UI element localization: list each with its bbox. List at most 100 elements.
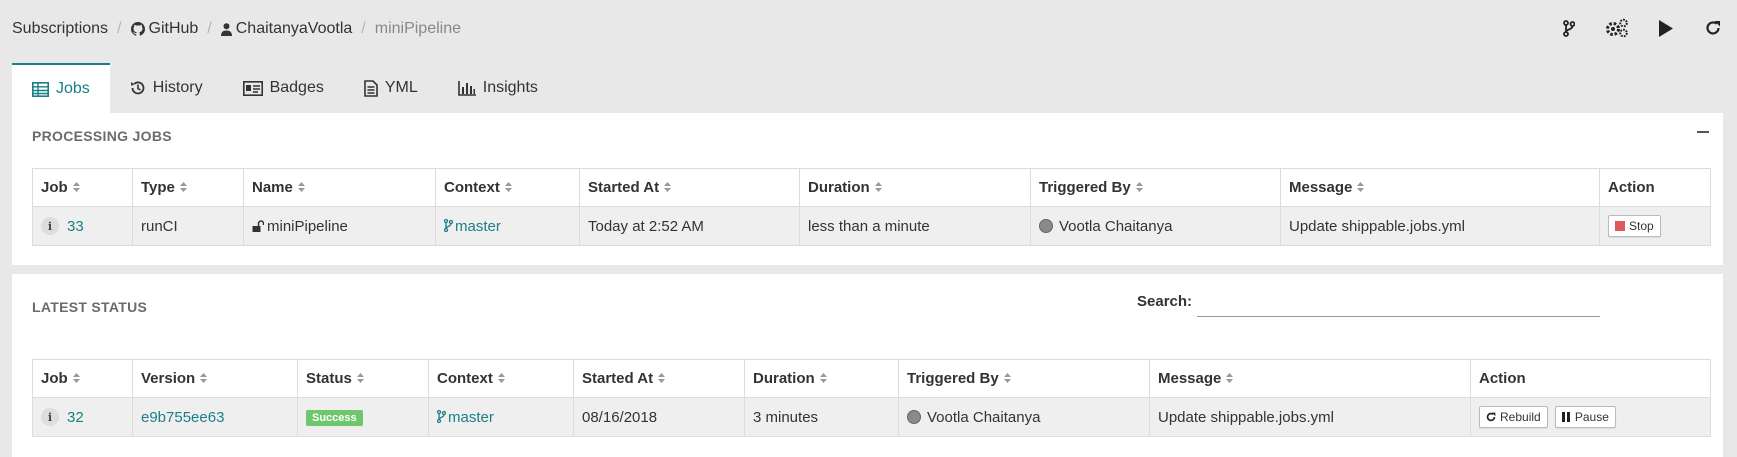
sort-icon xyxy=(1135,179,1143,196)
column-header[interactable]: Triggered By xyxy=(898,359,1150,398)
column-header[interactable]: Status xyxy=(297,359,429,398)
tab-history[interactable]: History xyxy=(110,63,223,113)
bar-chart-icon xyxy=(457,80,476,96)
context-link[interactable]: master xyxy=(455,218,501,235)
avatar xyxy=(1039,218,1053,233)
processing-jobs-table: Job Type Name Context Started At Duratio… xyxy=(32,168,1711,246)
message-cell: Update shippable.jobs.yml xyxy=(1149,397,1471,437)
panel-title: LATEST STATUS xyxy=(32,299,148,315)
context-link[interactable]: master xyxy=(448,409,494,426)
info-icon[interactable]: i xyxy=(41,408,59,426)
avatar xyxy=(907,409,921,424)
name-text: miniPipeline xyxy=(267,217,348,235)
sort-icon xyxy=(819,370,827,387)
table-row: i 32 e9b755ee63 Success master 08/16/2018… xyxy=(32,397,1711,437)
breadcrumb-separator: / xyxy=(361,20,366,37)
refresh-icon xyxy=(1486,412,1496,422)
tab-label: Badges xyxy=(269,79,324,96)
settings-icon[interactable] xyxy=(1593,14,1641,42)
tab-label: History xyxy=(152,79,203,96)
column-header[interactable]: Message xyxy=(1149,359,1471,398)
sort-icon xyxy=(72,370,80,387)
unlock-icon xyxy=(252,219,265,232)
column-header[interactable]: Started At xyxy=(573,359,745,398)
table-header-row: Job Version Status Context Started At Du… xyxy=(32,359,1711,398)
message-cell: Update shippable.jobs.yml xyxy=(1280,206,1600,246)
breadcrumb: Subscriptions / GitHub / ChaitanyaVootla… xyxy=(12,18,461,40)
tab-label: YML xyxy=(384,79,418,96)
column-header[interactable]: Version xyxy=(132,359,298,398)
breadcrumb-label: Subscriptions xyxy=(12,20,109,37)
stop-button[interactable]: Stop xyxy=(1608,215,1661,237)
version-cell: e9b755ee63 xyxy=(132,397,298,437)
sort-icon xyxy=(1003,370,1011,387)
branch-icon xyxy=(443,218,454,232)
rebuild-button[interactable]: Rebuild xyxy=(1479,406,1548,428)
panel-title: PROCESSING JOBS xyxy=(32,128,172,144)
history-icon xyxy=(130,81,145,95)
column-header[interactable]: Job xyxy=(32,359,133,398)
tab-badges[interactable]: Badges xyxy=(223,63,344,113)
breadcrumb-separator: / xyxy=(207,20,212,37)
tab-label: Jobs xyxy=(56,80,90,97)
context-cell: master xyxy=(428,397,574,437)
column-header[interactable]: Context xyxy=(428,359,574,398)
triggered-by-cell: Vootla Chaitanya xyxy=(1030,206,1281,246)
latest-status-table: Job Version Status Context Started At Du… xyxy=(32,359,1711,437)
column-header[interactable]: Triggered By xyxy=(1030,168,1281,207)
column-header[interactable]: Duration xyxy=(799,168,1031,207)
user-icon xyxy=(220,22,232,36)
table-row: i 33 runCI miniPipeline master Today at 2… xyxy=(32,206,1711,246)
search-input[interactable] xyxy=(1197,287,1600,317)
job-cell: i 32 xyxy=(32,397,133,437)
tab-jobs[interactable]: Jobs xyxy=(12,63,110,113)
tab-bar: Jobs History Badges YML Insights xyxy=(12,63,558,113)
status-badge: Success xyxy=(306,410,363,426)
branch-icon xyxy=(436,409,447,423)
breadcrumb-subscriptions[interactable]: Subscriptions xyxy=(12,20,108,38)
column-header: Action xyxy=(1599,168,1711,207)
duration-cell: 3 minutes xyxy=(744,397,899,437)
sort-icon xyxy=(664,179,672,196)
top-actions xyxy=(1545,14,1737,42)
sort-icon xyxy=(200,370,208,387)
pause-button[interactable]: Pause xyxy=(1554,406,1616,428)
column-header[interactable]: Type xyxy=(132,168,244,207)
job-cell: i 33 xyxy=(32,206,133,246)
triggered-by-text: Vootla Chaitanya xyxy=(927,408,1041,426)
version-link[interactable]: e9b755ee63 xyxy=(141,409,224,426)
column-header: Action xyxy=(1470,359,1711,398)
sort-icon xyxy=(179,179,187,196)
refresh-icon[interactable] xyxy=(1689,14,1737,42)
sort-icon xyxy=(874,179,882,196)
breadcrumb-label: GitHub xyxy=(148,20,199,37)
column-header[interactable]: Context xyxy=(435,168,580,207)
column-header[interactable]: Name xyxy=(243,168,436,207)
pause-icon xyxy=(1561,412,1570,422)
column-header[interactable]: Started At xyxy=(579,168,800,207)
action-cell: Stop xyxy=(1599,206,1711,246)
processing-jobs-panel: PROCESSING JOBS Job Type Name Context St… xyxy=(12,113,1723,265)
sort-icon xyxy=(1357,179,1365,196)
tab-insights[interactable]: Insights xyxy=(438,63,558,113)
job-link[interactable]: 33 xyxy=(67,218,84,235)
file-icon xyxy=(364,79,378,97)
job-link[interactable]: 32 xyxy=(67,409,84,426)
column-header[interactable]: Message xyxy=(1280,168,1600,207)
tab-yml[interactable]: YML xyxy=(344,63,438,113)
column-header[interactable]: Duration xyxy=(744,359,899,398)
status-cell: Success xyxy=(297,397,429,437)
breadcrumb-github[interactable]: GitHub xyxy=(130,20,199,38)
button-label: Rebuild xyxy=(1500,410,1541,424)
table-header-row: Job Type Name Context Started At Duratio… xyxy=(32,168,1711,207)
branch-icon[interactable] xyxy=(1545,14,1593,42)
column-header[interactable]: Job xyxy=(32,168,133,207)
info-icon[interactable]: i xyxy=(41,217,59,235)
started-at-cell: Today at 2:52 AM xyxy=(579,206,800,246)
breadcrumb-user[interactable]: ChaitanyaVootla xyxy=(220,20,353,38)
collapse-icon[interactable] xyxy=(1697,124,1711,138)
context-cell: master xyxy=(435,206,580,246)
breadcrumb-label: ChaitanyaVootla xyxy=(235,20,353,37)
play-icon[interactable] xyxy=(1641,14,1689,42)
started-at-cell: 08/16/2018 xyxy=(573,397,745,437)
